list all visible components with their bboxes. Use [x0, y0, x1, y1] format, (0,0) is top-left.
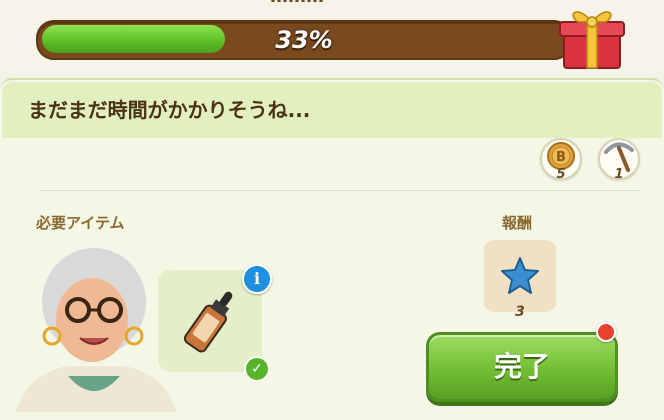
progress-header: ……… 33% [0, 0, 664, 72]
notification-dot [596, 322, 616, 342]
required-items-label: 必要アイテム [36, 214, 125, 232]
reward-slot[interactable] [484, 240, 556, 312]
pickaxe-cost-badge: 1 [598, 138, 640, 182]
blue-star-icon [501, 257, 539, 294]
checkmark-icon: ✓ [244, 356, 270, 382]
complete-button[interactable]: 完了 [426, 332, 618, 402]
reward-label: 報酬 [502, 214, 533, 232]
character-portrait [16, 248, 176, 412]
message-text: まだまだ時間がかかりそうね... [28, 98, 311, 122]
svg-text:B: B [556, 150, 566, 165]
progress-percent-label: 33% [275, 26, 333, 54]
coin-cost-count: 5 [556, 167, 566, 182]
reward-count: 3 [515, 304, 525, 320]
coin-cost-badge: B 5 [540, 138, 582, 182]
progress-title: ……… [270, 0, 324, 7]
info-button[interactable]: i [242, 264, 272, 294]
pickaxe-cost-count: 1 [614, 167, 624, 182]
gift-box-icon[interactable] [556, 0, 628, 72]
divider [40, 190, 640, 191]
progress-bar: 33% [36, 20, 572, 60]
